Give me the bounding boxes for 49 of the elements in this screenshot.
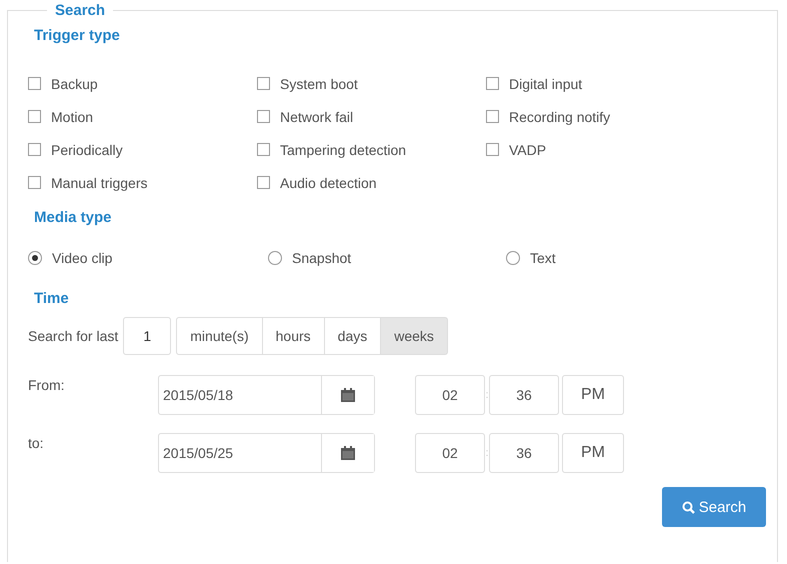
unit-button[interactable]: hours	[262, 317, 325, 355]
search-icon	[682, 500, 695, 514]
checkbox-label: Tampering detection	[280, 142, 406, 158]
unit-button[interactable]: weeks	[380, 317, 448, 355]
checkbox[interactable]	[257, 110, 270, 123]
radio-button[interactable]	[506, 250, 520, 264]
checkbox[interactable]	[486, 110, 499, 123]
radio-label: Video clip	[52, 250, 112, 266]
checkbox-label: Manual triggers	[51, 174, 148, 190]
time-separator: :	[485, 389, 489, 401]
minute-field[interactable]: 36	[489, 375, 559, 415]
section-heading: Trigger type	[34, 27, 121, 44]
field-label: From:	[28, 377, 66, 393]
checkbox-label: Digital input	[509, 76, 582, 92]
section-heading: Time	[34, 290, 70, 307]
radio-label: Snapshot	[292, 250, 352, 266]
checkbox[interactable]	[28, 176, 41, 189]
checkbox[interactable]	[486, 77, 499, 90]
field-label: Search for last	[28, 328, 118, 344]
radio-label: Text	[530, 250, 556, 266]
checkbox[interactable]	[28, 143, 41, 156]
hour-field[interactable]: 02	[415, 433, 485, 473]
unit-button[interactable]: days	[324, 317, 382, 355]
checkbox-label: Backup	[51, 76, 98, 92]
checkbox[interactable]	[257, 176, 270, 189]
checkbox-label: Audio detection	[280, 174, 377, 190]
radio-button[interactable]	[268, 250, 282, 264]
field-label: to:	[28, 435, 45, 451]
checkbox-label: System boot	[280, 76, 358, 92]
checkbox-label: Periodically	[51, 142, 123, 158]
checkbox-label: VADP	[509, 142, 546, 158]
count-field[interactable]: 1	[123, 317, 172, 355]
checkbox-label: Network fail	[280, 108, 354, 124]
checkbox[interactable]	[28, 110, 41, 123]
hour-field[interactable]: 02	[415, 375, 485, 415]
panel-title: Search	[54, 2, 106, 19]
checkbox[interactable]	[28, 77, 41, 90]
minute-field[interactable]: 36	[489, 433, 559, 473]
checkbox[interactable]	[257, 77, 270, 90]
time-separator: :	[485, 447, 489, 459]
radio-button[interactable]	[28, 250, 42, 264]
checkbox[interactable]	[257, 143, 270, 156]
checkbox-label: Motion	[51, 108, 94, 124]
section-heading: Media type	[34, 209, 113, 226]
ampm-button[interactable]: PM	[562, 433, 624, 473]
checkbox-label: Recording notify	[509, 108, 610, 124]
ampm-button[interactable]: PM	[562, 375, 624, 415]
checkbox[interactable]	[486, 143, 499, 156]
unit-button[interactable]: minute(s)	[176, 317, 263, 355]
